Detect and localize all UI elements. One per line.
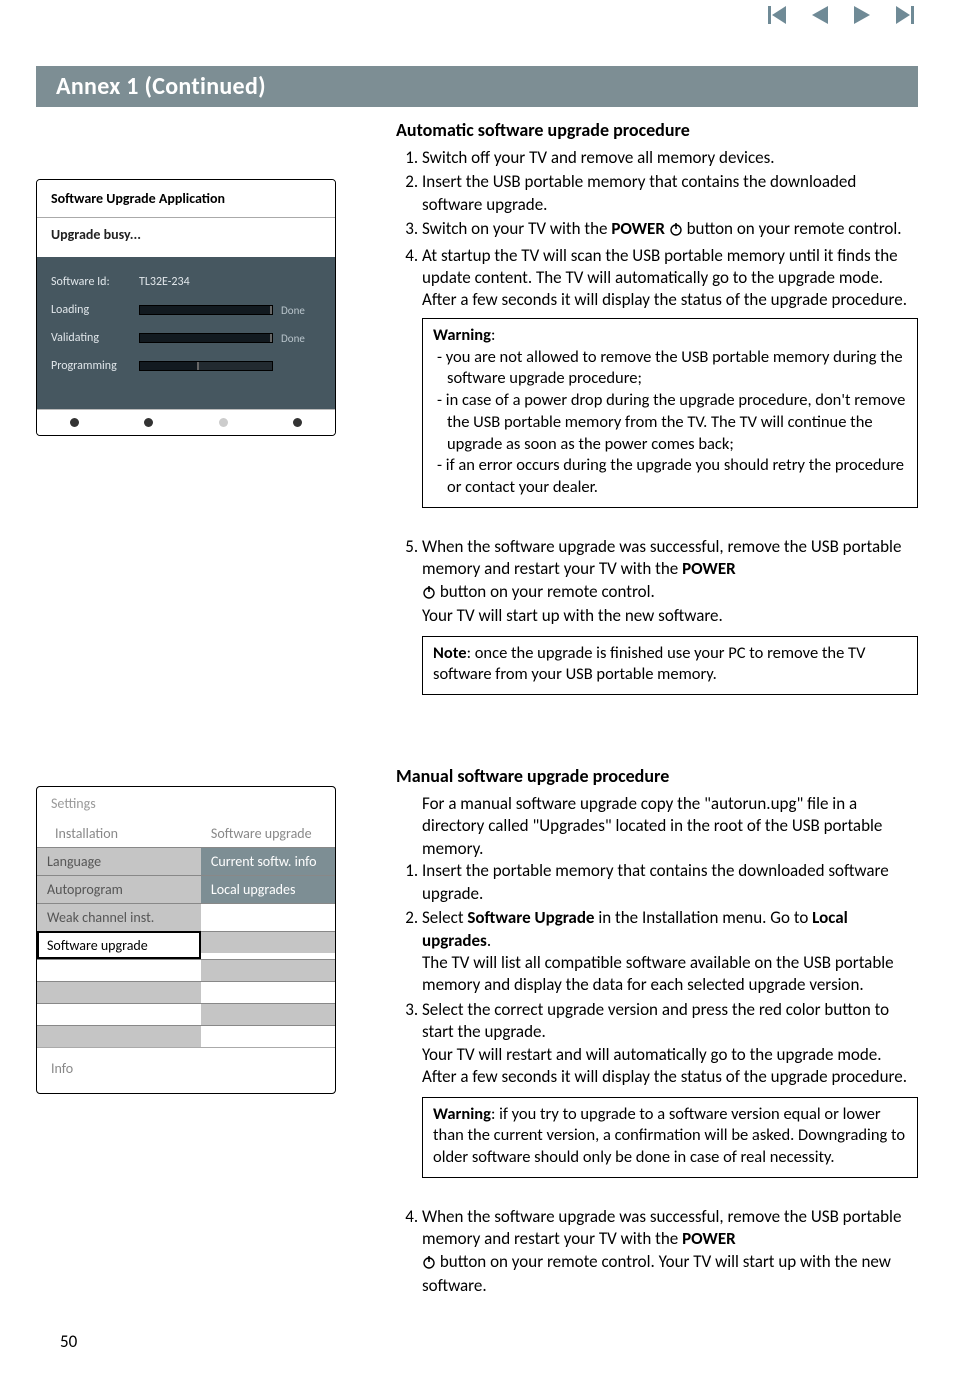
settings-col1-head: Installation <box>37 820 201 847</box>
settings-blank <box>37 959 201 981</box>
loading-label: Loading <box>51 303 131 317</box>
settings-blank <box>201 931 335 953</box>
settings-blank <box>201 903 335 925</box>
power-icon <box>422 1253 436 1275</box>
manual-heading: Manual software upgrade procedure <box>396 765 918 789</box>
dot-icon <box>219 418 228 427</box>
settings-row-language[interactable]: Language <box>37 847 201 875</box>
loading-done: Done <box>281 304 321 317</box>
upgrade-status: Upgrade busy... <box>37 218 335 257</box>
next-icon[interactable] <box>852 6 872 24</box>
settings-info-label: Info <box>37 1047 335 1093</box>
settings-blank <box>201 981 335 1003</box>
validating-done: Done <box>281 332 321 345</box>
prev-icon[interactable] <box>810 6 830 24</box>
upgrade-app-panel: Software Upgrade Application Upgrade bus… <box>36 179 336 436</box>
dot-icon <box>293 418 302 427</box>
manual-step-1: Insert the portable memory that contains… <box>422 860 918 905</box>
panel-dots <box>37 409 335 435</box>
settings-title: Settings <box>37 787 335 820</box>
auto-heading: Automatic software upgrade procedure <box>396 119 918 143</box>
auto-warning-box: Warning: - you are not allowed to remove… <box>422 318 918 508</box>
manual-step-2: Select Software Upgrade in the Installat… <box>422 907 918 997</box>
settings-blank <box>37 1003 201 1025</box>
auto-note-box: Note: once the upgrade is finished use y… <box>422 636 918 696</box>
dot-icon <box>70 418 79 427</box>
auto-step-4: At startup the TV will scan the USB port… <box>422 245 918 312</box>
software-id-value: TL32E-234 <box>139 275 273 289</box>
auto-warning-3: - if an error occurs during the upgrade … <box>437 455 907 499</box>
programming-bar <box>139 361 273 371</box>
settings-panel: Settings Installation Software upgrade L… <box>36 786 336 1094</box>
page-number: 50 <box>60 1331 77 1352</box>
settings-blank <box>201 959 335 981</box>
power-icon <box>422 583 436 605</box>
dot-icon <box>144 418 153 427</box>
skip-prev-icon[interactable] <box>768 6 788 24</box>
settings-row-local-upgrades[interactable]: Local upgrades <box>201 875 335 903</box>
power-icon <box>669 220 683 242</box>
manual-intro: For a manual software upgrade copy the "… <box>396 793 918 860</box>
validating-bar <box>139 333 273 343</box>
settings-row-current-softw[interactable]: Current softw. info <box>201 847 335 875</box>
auto-step-5: When the software upgrade was successful… <box>422 536 918 628</box>
manual-step-4: When the software upgrade was successful… <box>422 1206 918 1298</box>
auto-warning-2: - in case of a power drop during the upg… <box>437 390 907 455</box>
settings-blank <box>201 1003 335 1025</box>
settings-blank <box>37 1025 201 1047</box>
validating-label: Validating <box>51 331 131 345</box>
top-nav <box>768 6 914 24</box>
settings-blank <box>37 981 201 1003</box>
loading-bar <box>139 305 273 315</box>
auto-warning-1: - you are not allowed to remove the USB … <box>437 347 907 391</box>
programming-label: Programming <box>51 359 131 373</box>
settings-row-autoprogram[interactable]: Autoprogram <box>37 875 201 903</box>
auto-step-1: Switch off your TV and remove all memory… <box>422 147 918 169</box>
software-id-label: Software Id: <box>51 275 131 289</box>
section-header: Annex 1 (Continued) <box>36 66 918 107</box>
settings-col2-head: Software upgrade <box>201 820 335 847</box>
settings-blank <box>201 1025 335 1047</box>
manual-warning-box: Warning: if you try to upgrade to a soft… <box>422 1097 918 1178</box>
manual-step-3: Select the correct upgrade version and p… <box>422 999 918 1089</box>
auto-step-3: Switch on your TV with the POWER button … <box>422 218 918 242</box>
skip-next-icon[interactable] <box>894 6 914 24</box>
upgrade-app-title: Software Upgrade Application <box>37 180 335 218</box>
settings-row-software-upgrade-selected[interactable]: Software upgrade <box>37 931 201 959</box>
settings-row-weak-channel[interactable]: Weak channel inst. <box>37 903 201 931</box>
auto-step-2: Insert the USB portable memory that cont… <box>422 171 918 216</box>
